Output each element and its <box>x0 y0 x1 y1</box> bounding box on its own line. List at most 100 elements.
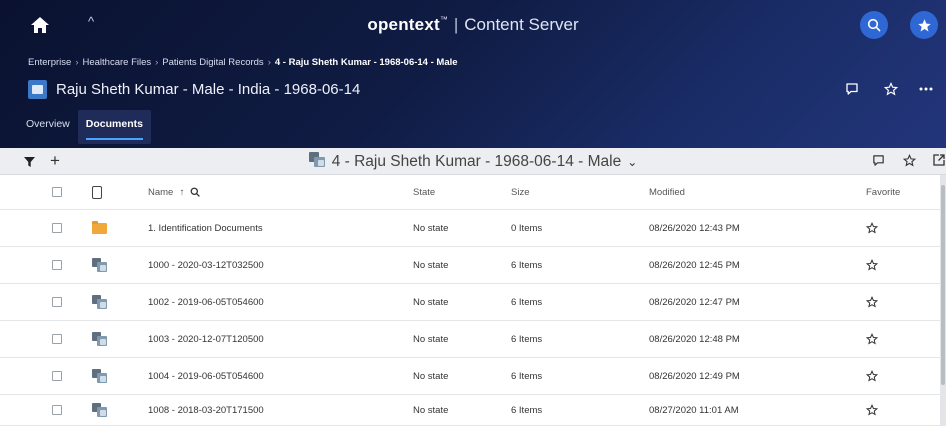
size-column-header[interactable]: Size <box>511 175 529 209</box>
row-icon-cell <box>92 321 108 357</box>
row-size: 6 Items <box>511 370 543 382</box>
breadcrumb-separator: › <box>267 57 271 68</box>
app-header: ^ opentext™ | Content Server Enterprise › He… <box>0 0 946 148</box>
row-state: No state <box>413 222 449 234</box>
row-checkbox-cell <box>52 358 62 394</box>
select-all-checkbox-cell <box>52 175 62 209</box>
row-favorite-cell <box>866 210 878 246</box>
container-title-text: 4 - Raju Sheth Kumar - 1968-06-14 - Male <box>331 153 622 170</box>
row-name[interactable]: 1004 - 2019-06-05T054600 <box>148 358 264 394</box>
page-title: Raju Sheth Kumar - Male - India - 1968-0… <box>56 80 361 98</box>
row-favorite-cell <box>866 247 878 283</box>
brand-separator: | <box>453 15 459 34</box>
star-outline-icon[interactable] <box>866 296 878 308</box>
row-checkbox[interactable] <box>52 405 62 415</box>
search-button[interactable] <box>860 11 888 39</box>
compound-document-icon <box>92 294 108 310</box>
row-favorite-cell <box>866 358 878 394</box>
row-checkbox-cell <box>52 284 62 320</box>
star-outline-icon[interactable] <box>866 404 878 416</box>
table-row[interactable]: 1008 - 2018-03-20T171500 No state 6 Item… <box>0 395 946 426</box>
row-checkbox[interactable] <box>52 223 62 233</box>
brand-logo: opentext™ | Content Server <box>0 15 946 35</box>
modified-column-header[interactable]: Modified <box>649 175 685 209</box>
breadcrumb-item[interactable]: Patients Digital Records <box>162 57 263 68</box>
table-row[interactable]: 1004 - 2019-06-05T054600 No state 6 Item… <box>0 358 946 395</box>
open-external-icon[interactable] <box>933 154 945 166</box>
row-name[interactable]: 1003 - 2020-12-07T120500 <box>148 321 264 357</box>
row-name[interactable]: 1002 - 2019-06-05T054600 <box>148 284 264 320</box>
star-outline-icon[interactable] <box>884 82 898 96</box>
row-checkbox-cell <box>52 210 62 246</box>
row-favorite-cell <box>866 395 878 425</box>
select-all-checkbox[interactable] <box>52 187 62 197</box>
star-outline-icon[interactable] <box>866 259 878 271</box>
table-header-row: Name ↑ State Size Modified Favorite <box>0 175 946 210</box>
row-icon-cell <box>92 284 108 320</box>
row-favorite-cell <box>866 321 878 357</box>
vertical-scrollbar[interactable] <box>940 175 946 426</box>
favorites-button[interactable] <box>910 11 938 39</box>
row-state: No state <box>413 370 449 382</box>
more-actions-icon[interactable] <box>919 87 933 91</box>
row-size: 0 Items <box>511 222 543 234</box>
breadcrumb-current: 4 - Raju Sheth Kumar - 1968-06-14 - Male <box>274 57 458 68</box>
breadcrumb-item[interactable]: Healthcare Files <box>82 57 151 68</box>
row-modified: 08/26/2020 12:43 PM <box>649 222 740 234</box>
row-icon-cell <box>92 395 108 425</box>
star-outline-icon[interactable] <box>866 370 878 382</box>
folder-icon <box>92 220 107 234</box>
compound-document-icon <box>92 368 108 384</box>
row-checkbox-cell <box>52 247 62 283</box>
name-column-header[interactable]: Name ↑ <box>148 175 200 209</box>
container-title[interactable]: 4 - Raju Sheth Kumar - 1968-06-14 - Male… <box>0 152 946 171</box>
tab-bar: Overview Documents <box>18 110 151 144</box>
row-favorite-cell <box>866 284 878 320</box>
row-state: No state <box>413 296 449 308</box>
brand-bold: opentext <box>367 15 440 34</box>
row-checkbox-cell <box>52 395 62 425</box>
row-checkbox[interactable] <box>52 260 62 270</box>
table-row[interactable]: 1002 - 2019-06-05T054600 No state 6 Item… <box>0 284 946 321</box>
breadcrumb-item[interactable]: Enterprise <box>28 57 71 68</box>
table-row[interactable]: 1. Identification Documents No state 0 I… <box>0 210 946 247</box>
row-icon-cell <box>92 358 108 394</box>
star-icon <box>917 18 931 31</box>
state-column-header[interactable]: State <box>413 175 435 209</box>
comment-icon[interactable] <box>872 154 885 167</box>
row-modified: 08/26/2020 12:48 PM <box>649 333 740 345</box>
scrollbar-thumb[interactable] <box>941 185 945 385</box>
chevron-down-icon[interactable]: ⌄ <box>627 155 637 169</box>
star-outline-icon[interactable] <box>903 154 916 167</box>
star-outline-icon[interactable] <box>866 222 878 234</box>
row-size: 6 Items <box>511 259 543 271</box>
row-icon-cell <box>92 210 107 246</box>
row-name[interactable]: 1. Identification Documents <box>148 210 263 246</box>
table-row[interactable]: 1000 - 2020-03-12T032500 No state 6 Item… <box>0 247 946 284</box>
sort-ascending-icon[interactable]: ↑ <box>179 187 184 198</box>
star-outline-icon[interactable] <box>866 333 878 345</box>
row-state: No state <box>413 259 449 271</box>
search-icon <box>867 18 881 32</box>
compound-document-icon <box>92 402 108 418</box>
title-row: Raju Sheth Kumar - Male - India - 1968-0… <box>28 79 360 99</box>
row-size: 6 Items <box>511 404 543 416</box>
tab-documents[interactable]: Documents <box>77 110 151 144</box>
table-row[interactable]: 1003 - 2020-12-07T120500 No state 6 Item… <box>0 321 946 358</box>
container-toolbar: + 4 - Raju Sheth Kumar - 1968-06-14 - Ma… <box>0 148 946 175</box>
compound-document-icon <box>92 331 108 347</box>
comment-icon[interactable] <box>845 82 859 96</box>
row-checkbox[interactable] <box>52 297 62 307</box>
row-name[interactable]: 1000 - 2020-03-12T032500 <box>148 247 264 283</box>
tab-overview[interactable]: Overview <box>18 110 78 144</box>
brand-product: Content Server <box>464 15 579 34</box>
row-name[interactable]: 1008 - 2018-03-20T171500 <box>148 395 264 425</box>
favorite-column-header: Favorite <box>866 186 901 198</box>
row-checkbox[interactable] <box>52 334 62 344</box>
search-icon[interactable] <box>190 187 200 197</box>
breadcrumb-separator: › <box>155 57 159 68</box>
row-modified: 08/26/2020 12:47 PM <box>649 296 740 308</box>
row-checkbox[interactable] <box>52 371 62 381</box>
row-size: 6 Items <box>511 333 543 345</box>
row-modified: 08/26/2020 12:45 PM <box>649 259 740 271</box>
